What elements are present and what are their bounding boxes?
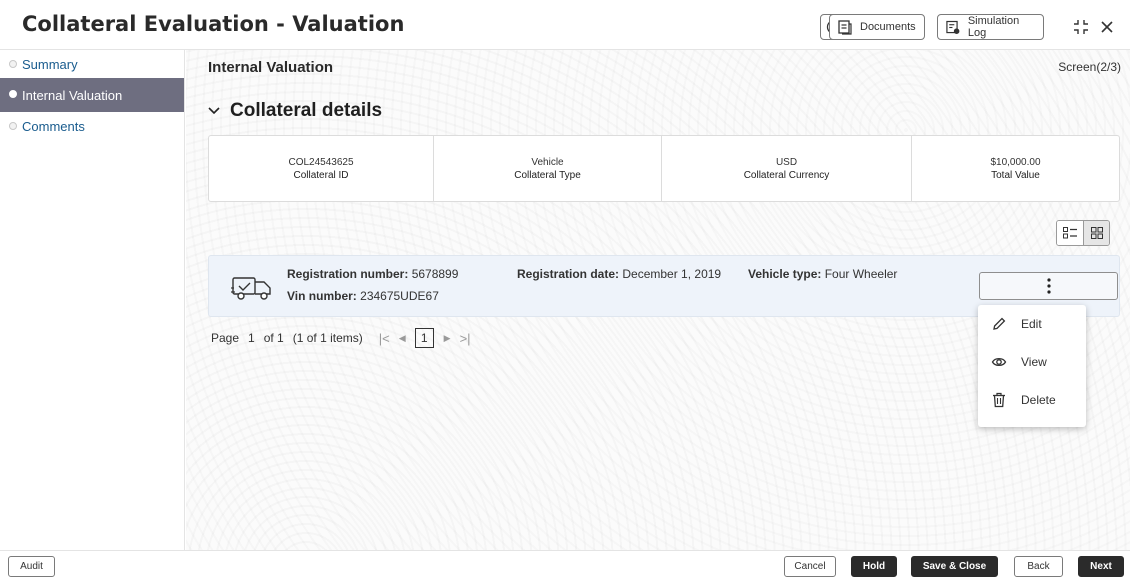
documents-label: Documents [860, 21, 916, 33]
sidebar-item-comments[interactable]: Comments [0, 112, 184, 140]
collateral-type-label: Collateral Type [514, 169, 581, 181]
record-actions-button[interactable] [979, 272, 1118, 300]
registration-date-label: Registration date: [517, 267, 620, 281]
sidebar-item-label: Internal Valuation [22, 87, 123, 103]
menu-item-label: Edit [1021, 317, 1042, 331]
sidebar-item-label: Summary [22, 56, 78, 72]
collateral-id-value: COL24543625 [288, 156, 354, 168]
collateral-type-cell: Vehicle Collateral Type [434, 136, 662, 201]
collateral-id-cell: COL24543625 Collateral ID [209, 136, 434, 201]
trash-icon [993, 392, 1005, 408]
cancel-button[interactable]: Cancel [784, 556, 836, 577]
menu-item-label: View [1021, 355, 1047, 369]
pencil-icon [993, 317, 1006, 330]
vin-number-value: 234675UDE67 [360, 289, 439, 303]
registration-date: Registration date: December 1, 2019 [517, 267, 721, 281]
documents-icon [838, 19, 852, 35]
collateral-summary-card: COL24543625 Collateral ID Vehicle Collat… [208, 135, 1120, 202]
close-icon[interactable] [1097, 17, 1117, 37]
simulation-log-icon [946, 20, 960, 34]
page-total-label: of 1 [263, 331, 284, 345]
hold-button[interactable]: Hold [851, 556, 897, 577]
step-dot-icon [9, 60, 17, 68]
record-actions-menu: Edit View Delete [978, 305, 1086, 427]
previous-page-icon[interactable]: ◀ [399, 333, 406, 344]
grid-view-icon [1090, 227, 1103, 239]
menu-item-label: Delete [1021, 393, 1056, 407]
sidebar-item-internal-valuation[interactable]: Internal Valuation [0, 78, 184, 112]
screen-indicator: Screen(2/3) [1058, 60, 1121, 74]
last-page-icon[interactable]: >| [460, 331, 471, 346]
step-dot-icon [9, 122, 17, 130]
registration-number-label: Registration number: [287, 267, 409, 281]
header: Collateral Evaluation - Valuation Docume… [0, 0, 1130, 50]
page-number-input[interactable]: 1 [248, 331, 255, 345]
main-content: Internal Valuation Screen(2/3) Collatera… [186, 50, 1130, 550]
total-value-value: $10,000.00 [990, 156, 1041, 168]
simulation-log-button[interactable]: Simulation Log [937, 14, 1044, 40]
simulation-log-label: Simulation Log [967, 15, 1020, 39]
collateral-currency-value: USD [775, 156, 798, 168]
eye-icon [991, 357, 1007, 367]
save-close-button[interactable]: Save & Close [911, 556, 998, 577]
registration-number: Registration number: 5678899 [287, 267, 458, 281]
page-title: Collateral Evaluation - Valuation [22, 12, 405, 36]
vin-number: Vin number: 234675UDE67 [287, 289, 439, 303]
vehicle-type: Vehicle type: Four Wheeler [748, 267, 897, 281]
current-page-button[interactable]: 1 [414, 328, 434, 348]
back-button[interactable]: Back [1014, 556, 1063, 577]
footer: Audit Cancel Hold Save & Close Back Next [0, 550, 1130, 578]
collateral-currency-cell: USD Collateral Currency [662, 136, 912, 201]
kebab-menu-icon [1046, 278, 1051, 294]
total-value-cell: $10,000.00 Total Value [912, 136, 1119, 201]
list-view-icon [1063, 227, 1077, 239]
audit-button[interactable]: Audit [8, 556, 55, 577]
registration-date-value: December 1, 2019 [622, 267, 722, 281]
sidebar-item-summary[interactable]: Summary [0, 50, 184, 78]
menu-item-delete[interactable]: Delete [978, 381, 1086, 419]
collateral-currency-label: Collateral Currency [743, 169, 830, 181]
first-page-icon[interactable]: |< [379, 331, 390, 346]
view-toggle [1056, 220, 1110, 246]
list-view-button[interactable] [1057, 221, 1083, 245]
total-value-label: Total Value [991, 169, 1040, 181]
collateral-details-title: Collateral details [230, 100, 383, 121]
sidebar: Summary Internal Valuation Comments [0, 50, 185, 550]
next-button[interactable]: Next [1078, 556, 1124, 577]
menu-item-view[interactable]: View [978, 343, 1086, 381]
vehicle-icon [231, 277, 271, 300]
collapse-icon[interactable] [1071, 17, 1091, 37]
vin-number-label: Vin number: [287, 289, 357, 303]
vehicle-type-value: Four Wheeler [824, 267, 898, 281]
chevron-down-icon [208, 107, 220, 115]
next-page-icon[interactable]: ▶ [444, 333, 451, 344]
sidebar-item-label: Comments [22, 118, 85, 134]
step-dot-icon [9, 90, 17, 98]
registration-number-value: 5678899 [411, 267, 459, 281]
section-title: Internal Valuation [208, 59, 334, 76]
menu-item-edit[interactable]: Edit [978, 305, 1086, 343]
pagination: Page 1 of 1 (1 of 1 items) |< ◀ 1 ▶ >| [211, 328, 480, 348]
collateral-type-value: Vehicle [531, 156, 564, 168]
vehicle-type-label: Vehicle type: [748, 267, 822, 281]
collateral-details-toggle[interactable]: Collateral details [208, 100, 382, 122]
page-label: Page [211, 331, 240, 345]
documents-button[interactable]: Documents [829, 14, 925, 40]
grid-view-button[interactable] [1083, 221, 1109, 245]
items-count-label: (1 of 1 items) [292, 331, 363, 345]
collateral-id-label: Collateral ID [293, 169, 349, 181]
